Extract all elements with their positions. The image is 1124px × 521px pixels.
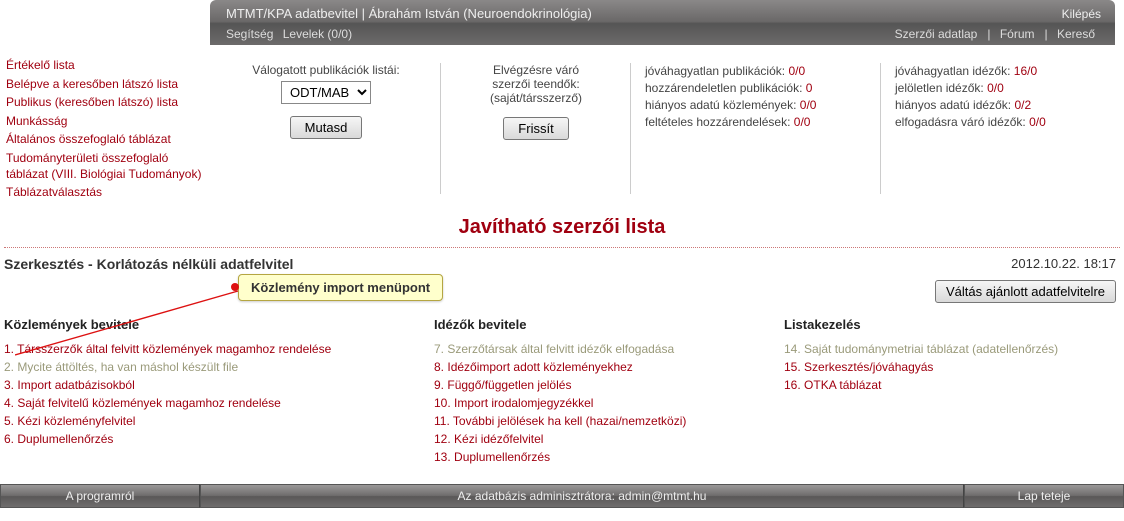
refresh-button[interactable]: Frissít [503,117,568,140]
panel-stats-pubs: jóváhagyatlan publikációk: 0/0 hozzárend… [631,53,881,204]
column-lists: Listakezelés 14. Saját tudománymetriai t… [784,317,1104,468]
stat-label: jelöletlen idézők: [895,81,984,95]
list-item[interactable]: 8. Idézőimport adott közleményekhez [434,360,764,374]
stat-label: feltételes hozzárendelések: [645,115,790,129]
footer-about[interactable]: A programról [0,484,200,508]
panel-text: (saját/társszerző) [455,91,617,105]
sidebar-item[interactable]: Értékelő lista [6,58,211,74]
sidebar-item[interactable]: Belépve a keresőben látszó lista [6,77,211,93]
stat-value[interactable]: 0 [806,81,813,95]
stat-value[interactable]: 0/0 [800,98,817,112]
list-item[interactable]: 6. Duplumellenőrzés [4,432,414,446]
list-item[interactable]: 12. Kézi idézőfelvitel [434,432,764,446]
list-item: 7. Szerzőtársak által felvitt idézők elf… [434,342,764,356]
page-title: Javítható szerzői lista [0,216,1124,239]
stat-label: jóváhagyatlan idézők: [895,64,1010,78]
logout-link[interactable]: Kilépés [1062,7,1101,21]
header-left-links: Segítség Levelek (0/0) [226,27,358,41]
stat-value[interactable]: 0/0 [794,115,811,129]
list-item[interactable]: 1. Társszerzők által felvitt közlemények… [4,342,414,356]
header-title: MTMT/KPA adatbevitel | Ábrahám István (N… [226,6,592,21]
stat-value[interactable]: 0/0 [788,64,805,78]
column-title: Idézők bevitele [434,317,764,332]
show-button[interactable]: Mutasd [290,116,363,139]
list-item[interactable]: 15. Szerkesztés/jóváhagyás [784,360,1104,374]
sidebar-item[interactable]: Publikus (keresőben látszó) lista [6,95,211,111]
panel-heading: Válogatott publikációk listái: [225,63,427,77]
list-item[interactable]: 10. Import irodalomjegyzékkel [434,396,764,410]
sidebar: Értékelő lista Belépve a keresőben látsz… [6,53,211,204]
sidebar-item[interactable]: Tudományterületi összefoglaló táblázat (… [6,151,211,182]
stat-label: hozzárendeletlen publikációk: [645,81,802,95]
list-item[interactable]: 3. Import adatbázisokból [4,378,414,392]
search-link[interactable]: Kereső [1057,27,1095,41]
footer-admin: Az adatbázis adminisztrátora: admin@mtmt… [200,484,964,508]
author-card-link[interactable]: Szerzői adatlap [895,27,978,41]
stat-label: hiányos adatú idézők: [895,98,1011,112]
column-citers: Idézők bevitele 7. Szerzőtársak által fe… [434,317,764,468]
stat-label: elfogadásra váró idézők: [895,115,1026,129]
column-title: Listakezelés [784,317,1104,332]
panel-stats-citers: jóváhagyatlan idézők: 16/0 jelöletlen id… [881,53,1101,204]
list-item[interactable]: 16. OTKA táblázat [784,378,1104,392]
panel-text: Elvégzésre váró [455,63,617,77]
help-link[interactable]: Segítség [226,27,273,41]
column-title: Közlemények bevitele [4,317,414,332]
stat-label: hiányos adatú közlemények: [645,98,796,112]
panel-selected-pubs: Válogatott publikációk listái: ODT/MAB M… [211,53,441,204]
list-item[interactable]: 13. Duplumellenőrzés [434,450,764,464]
footer-top[interactable]: Lap teteje [964,484,1124,508]
sidebar-item[interactable]: Munkásság [6,114,211,130]
timestamp: 2012.10.22. 18:17 [1011,256,1116,271]
stat-value[interactable]: 0/0 [1029,115,1046,129]
column-publications: Közlemények bevitele 1. Társszerzők álta… [4,317,414,468]
switch-mode-button[interactable]: Váltás ajánlott adatfelvitelre [935,280,1116,303]
sidebar-item[interactable]: Táblázatválasztás [6,185,211,201]
list-item[interactable]: 5. Kézi közleményfelvitel [4,414,414,428]
header-right-links: Szerzői adatlap| Fórum| Kereső [895,27,1101,41]
panel-text: szerzői teendők: [455,77,617,91]
panel-tasks: Elvégzésre váró szerzői teendők: (saját/… [441,53,631,204]
section-heading: Szerkesztés - Korlátozás nélküli adatfel… [4,256,293,272]
stat-value[interactable]: 16/0 [1014,64,1037,78]
stat-value[interactable]: 0/0 [987,81,1004,95]
list-item[interactable]: 11. További jelölések ha kell (hazai/nem… [434,414,764,428]
messages-link[interactable]: Levelek (0/0) [283,27,352,41]
app-header: MTMT/KPA adatbevitel | Ábrahám István (N… [210,0,1115,45]
forum-link[interactable]: Fórum [1000,27,1035,41]
publications-select[interactable]: ODT/MAB [281,81,371,104]
list-item: 14. Saját tudománymetriai táblázat (adat… [784,342,1104,356]
list-item: 2. Mycite áttöltés, ha van máshol készül… [4,360,414,374]
stat-value[interactable]: 0/2 [1014,98,1031,112]
list-item[interactable]: 9. Függő/független jelölés [434,378,764,392]
sidebar-item[interactable]: Általános összefoglaló táblázat [6,132,211,148]
stat-label: jóváhagyatlan publikációk: [645,64,785,78]
callout-bubble: Közlemény import menüpont [238,274,443,301]
footer: A programról Az adatbázis adminisztrátor… [0,484,1124,508]
list-item[interactable]: 4. Saját felvitelű közlemények magamhoz … [4,396,414,410]
